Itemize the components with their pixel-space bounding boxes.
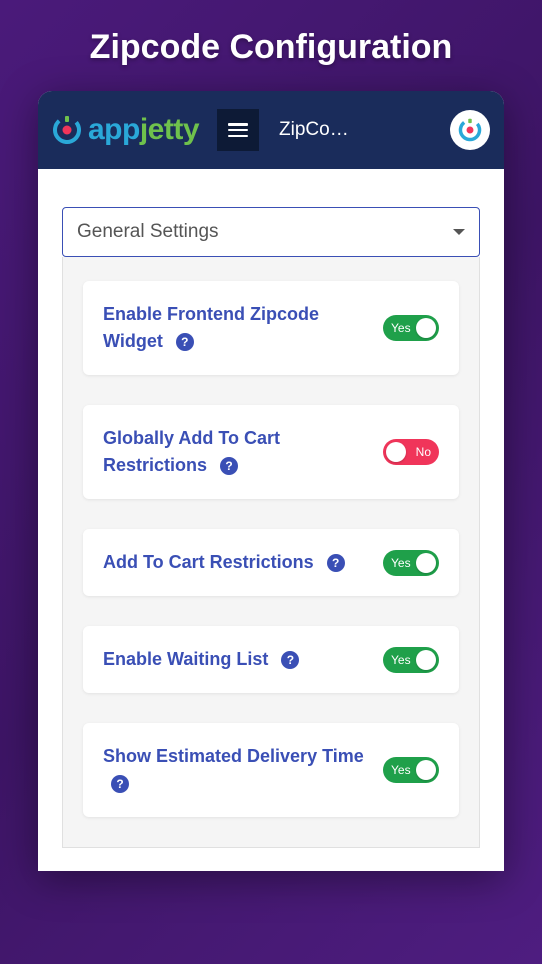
logo-text: appjetty [88,113,199,147]
page-title: Zipcode Configuration [0,0,542,91]
settings-panel: Enable Frontend Zipcode Widget ? Yes Globa… [62,257,480,848]
header-title: ZipCo… [279,119,440,141]
setting-card: Enable Waiting List ? Yes [83,626,459,693]
toggle[interactable]: Yes [383,550,439,576]
toggle-knob [386,442,406,462]
header-app-icon[interactable] [450,110,490,150]
toggle-knob [416,318,436,338]
toggle-knob [416,553,436,573]
chevron-down-icon [453,229,465,235]
setting-label: Add To Cart Restrictions ? [103,549,371,576]
setting-card: Show Estimated Delivery Time ? Yes [83,723,459,817]
toggle-text: Yes [391,763,411,777]
hamburger-icon [228,123,248,137]
toggle-knob [416,650,436,670]
section-dropdown[interactable]: General Settings [62,207,480,257]
setting-label: Show Estimated Delivery Time ? [103,743,371,797]
help-icon[interactable]: ? [327,554,345,572]
help-icon[interactable]: ? [176,333,194,351]
app-body: General Settings Enable Frontend Zipcode… [38,207,504,848]
setting-label: Globally Add To Cart Restrictions ? [103,425,371,479]
toggle[interactable]: Yes [383,647,439,673]
setting-card: Add To Cart Restrictions ? Yes [83,529,459,596]
setting-card: Enable Frontend Zipcode Widget ? Yes [83,281,459,375]
setting-label: Enable Frontend Zipcode Widget ? [103,301,371,355]
toggle-knob [416,760,436,780]
toggle[interactable]: Yes [383,757,439,783]
toggle-text: No [416,445,431,459]
section-dropdown-label: General Settings [77,221,219,243]
toggle-text: Yes [391,556,411,570]
setting-card: Globally Add To Cart Restrictions ? No [83,405,459,499]
toggle-text: Yes [391,653,411,667]
help-icon[interactable]: ? [111,775,129,793]
toggle[interactable]: Yes [383,315,439,341]
logo-icon [52,115,82,145]
toggle[interactable]: No [383,439,439,465]
toggle-text: Yes [391,321,411,335]
logo: appjetty [52,113,199,147]
help-icon[interactable]: ? [220,457,238,475]
help-icon[interactable]: ? [281,651,299,669]
app-header: appjetty ZipCo… [38,91,504,169]
setting-label: Enable Waiting List ? [103,646,371,673]
device-frame: appjetty ZipCo… General Settings Enable … [38,91,504,871]
menu-button[interactable] [217,109,259,151]
